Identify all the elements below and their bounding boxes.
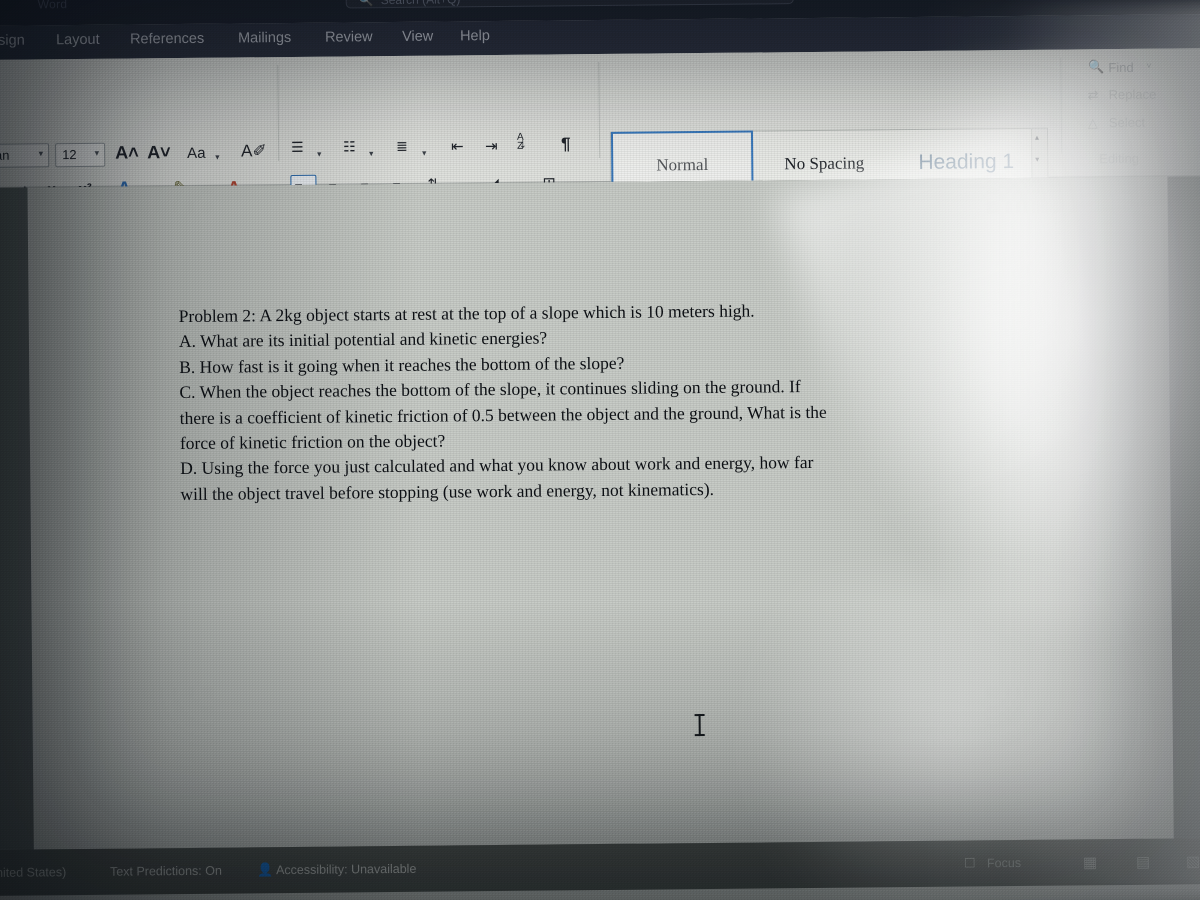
text-predictions-status[interactable]: Text Predictions: On <box>110 864 222 879</box>
chevron-down-icon: ▾ <box>38 148 44 159</box>
accessibility-status[interactable]: Accessibility: Unavailable <box>276 862 416 877</box>
increase-indent-icon[interactable]: ⇥ <box>485 137 498 155</box>
window-title: Word <box>37 0 68 12</box>
multilevel-list-icon[interactable]: ≣ <box>396 138 408 155</box>
group-separator <box>1060 57 1063 154</box>
chevron-down-icon[interactable]: ˅ <box>1146 61 1151 71</box>
language-status[interactable]: nited States) <box>0 865 66 880</box>
select-button[interactable]: Select <box>1109 115 1145 130</box>
document-canvas: Problem 2: A 2kg object starts at rest a… <box>0 176 1200 850</box>
editing-group-label: Editing <box>1099 150 1140 167</box>
chevron-down-icon[interactable]: ▾ <box>215 152 219 163</box>
tab-references[interactable]: References <box>130 31 204 48</box>
shrink-font-icon[interactable]: A˅ <box>147 142 171 163</box>
read-mode-icon[interactable]: ▦ <box>1083 853 1097 871</box>
font-name-value: man <box>0 147 10 163</box>
clear-formatting-icon[interactable]: A✐ <box>241 141 267 161</box>
scroll-up-icon[interactable]: ▴ <box>1035 133 1039 142</box>
bullets-icon[interactable]: ☰ <box>291 139 304 156</box>
tab-mailings[interactable]: Mailings <box>238 30 291 47</box>
tab-help[interactable]: Help <box>460 28 490 44</box>
select-icon[interactable]: △ <box>1088 115 1098 131</box>
show-formatting-marks-icon[interactable]: ¶ <box>561 134 571 154</box>
document-body[interactable]: Problem 2: A 2kg object starts at rest a… <box>179 296 981 507</box>
numbering-icon[interactable]: ☷ <box>343 138 356 155</box>
font-size-value: 12 <box>62 147 77 163</box>
photographed-screen: Word 🔍 Search (Alt+Q) esign Layout Refer… <box>0 0 1200 900</box>
word-application-window: Word 🔍 Search (Alt+Q) esign Layout Refer… <box>0 0 1200 900</box>
i-beam-cursor <box>698 714 701 737</box>
change-case-icon[interactable]: Aa <box>187 145 206 162</box>
group-separator <box>277 65 280 162</box>
chevron-down-icon[interactable]: ▾ <box>317 149 321 160</box>
ribbon: man ▾ 12 ▾ A˄ A˅ Aa ▾ A✐ ▾ ab x₂ x² A ▾ … <box>0 48 1200 245</box>
search-placeholder: Search (Alt+Q) <box>381 0 461 7</box>
replace-icon[interactable]: ⇄ <box>1088 87 1099 103</box>
find-button[interactable]: Find <box>1108 60 1133 75</box>
replace-button[interactable]: Replace <box>1109 87 1157 102</box>
chevron-down-icon: ▾ <box>94 147 100 158</box>
search-icon: 🔍 <box>358 0 374 8</box>
chevron-down-icon[interactable]: ▾ <box>369 148 373 159</box>
document-page[interactable]: Problem 2: A 2kg object starts at rest a… <box>27 176 1174 850</box>
tab-view[interactable]: View <box>402 29 433 45</box>
grow-font-icon[interactable]: A˄ <box>115 142 139 163</box>
scroll-down-icon[interactable]: ▾ <box>1035 155 1039 164</box>
focus-button[interactable]: Focus <box>987 856 1021 870</box>
tab-layout[interactable]: Layout <box>56 32 100 48</box>
sort-az-label: AZ <box>516 131 524 152</box>
tab-design[interactable]: esign <box>0 33 25 49</box>
decrease-indent-icon[interactable]: ⇤ <box>451 137 464 155</box>
chevron-down-icon[interactable]: ▾ <box>422 148 426 159</box>
print-layout-icon[interactable]: ▤ <box>1136 853 1150 871</box>
accessibility-person-icon: 👤 <box>256 862 274 878</box>
font-name-combo[interactable]: man ▾ <box>0 143 50 168</box>
tab-review[interactable]: Review <box>325 29 373 45</box>
web-layout-icon[interactable]: ▧ <box>1186 852 1200 870</box>
search-box[interactable]: 🔍 Search (Alt+Q) <box>345 0 794 9</box>
group-separator <box>598 62 601 159</box>
font-size-combo[interactable]: 12 ▾ <box>55 142 106 168</box>
find-icon[interactable]: 🔍 <box>1088 59 1104 75</box>
focus-icon[interactable]: ☐ <box>964 855 976 871</box>
